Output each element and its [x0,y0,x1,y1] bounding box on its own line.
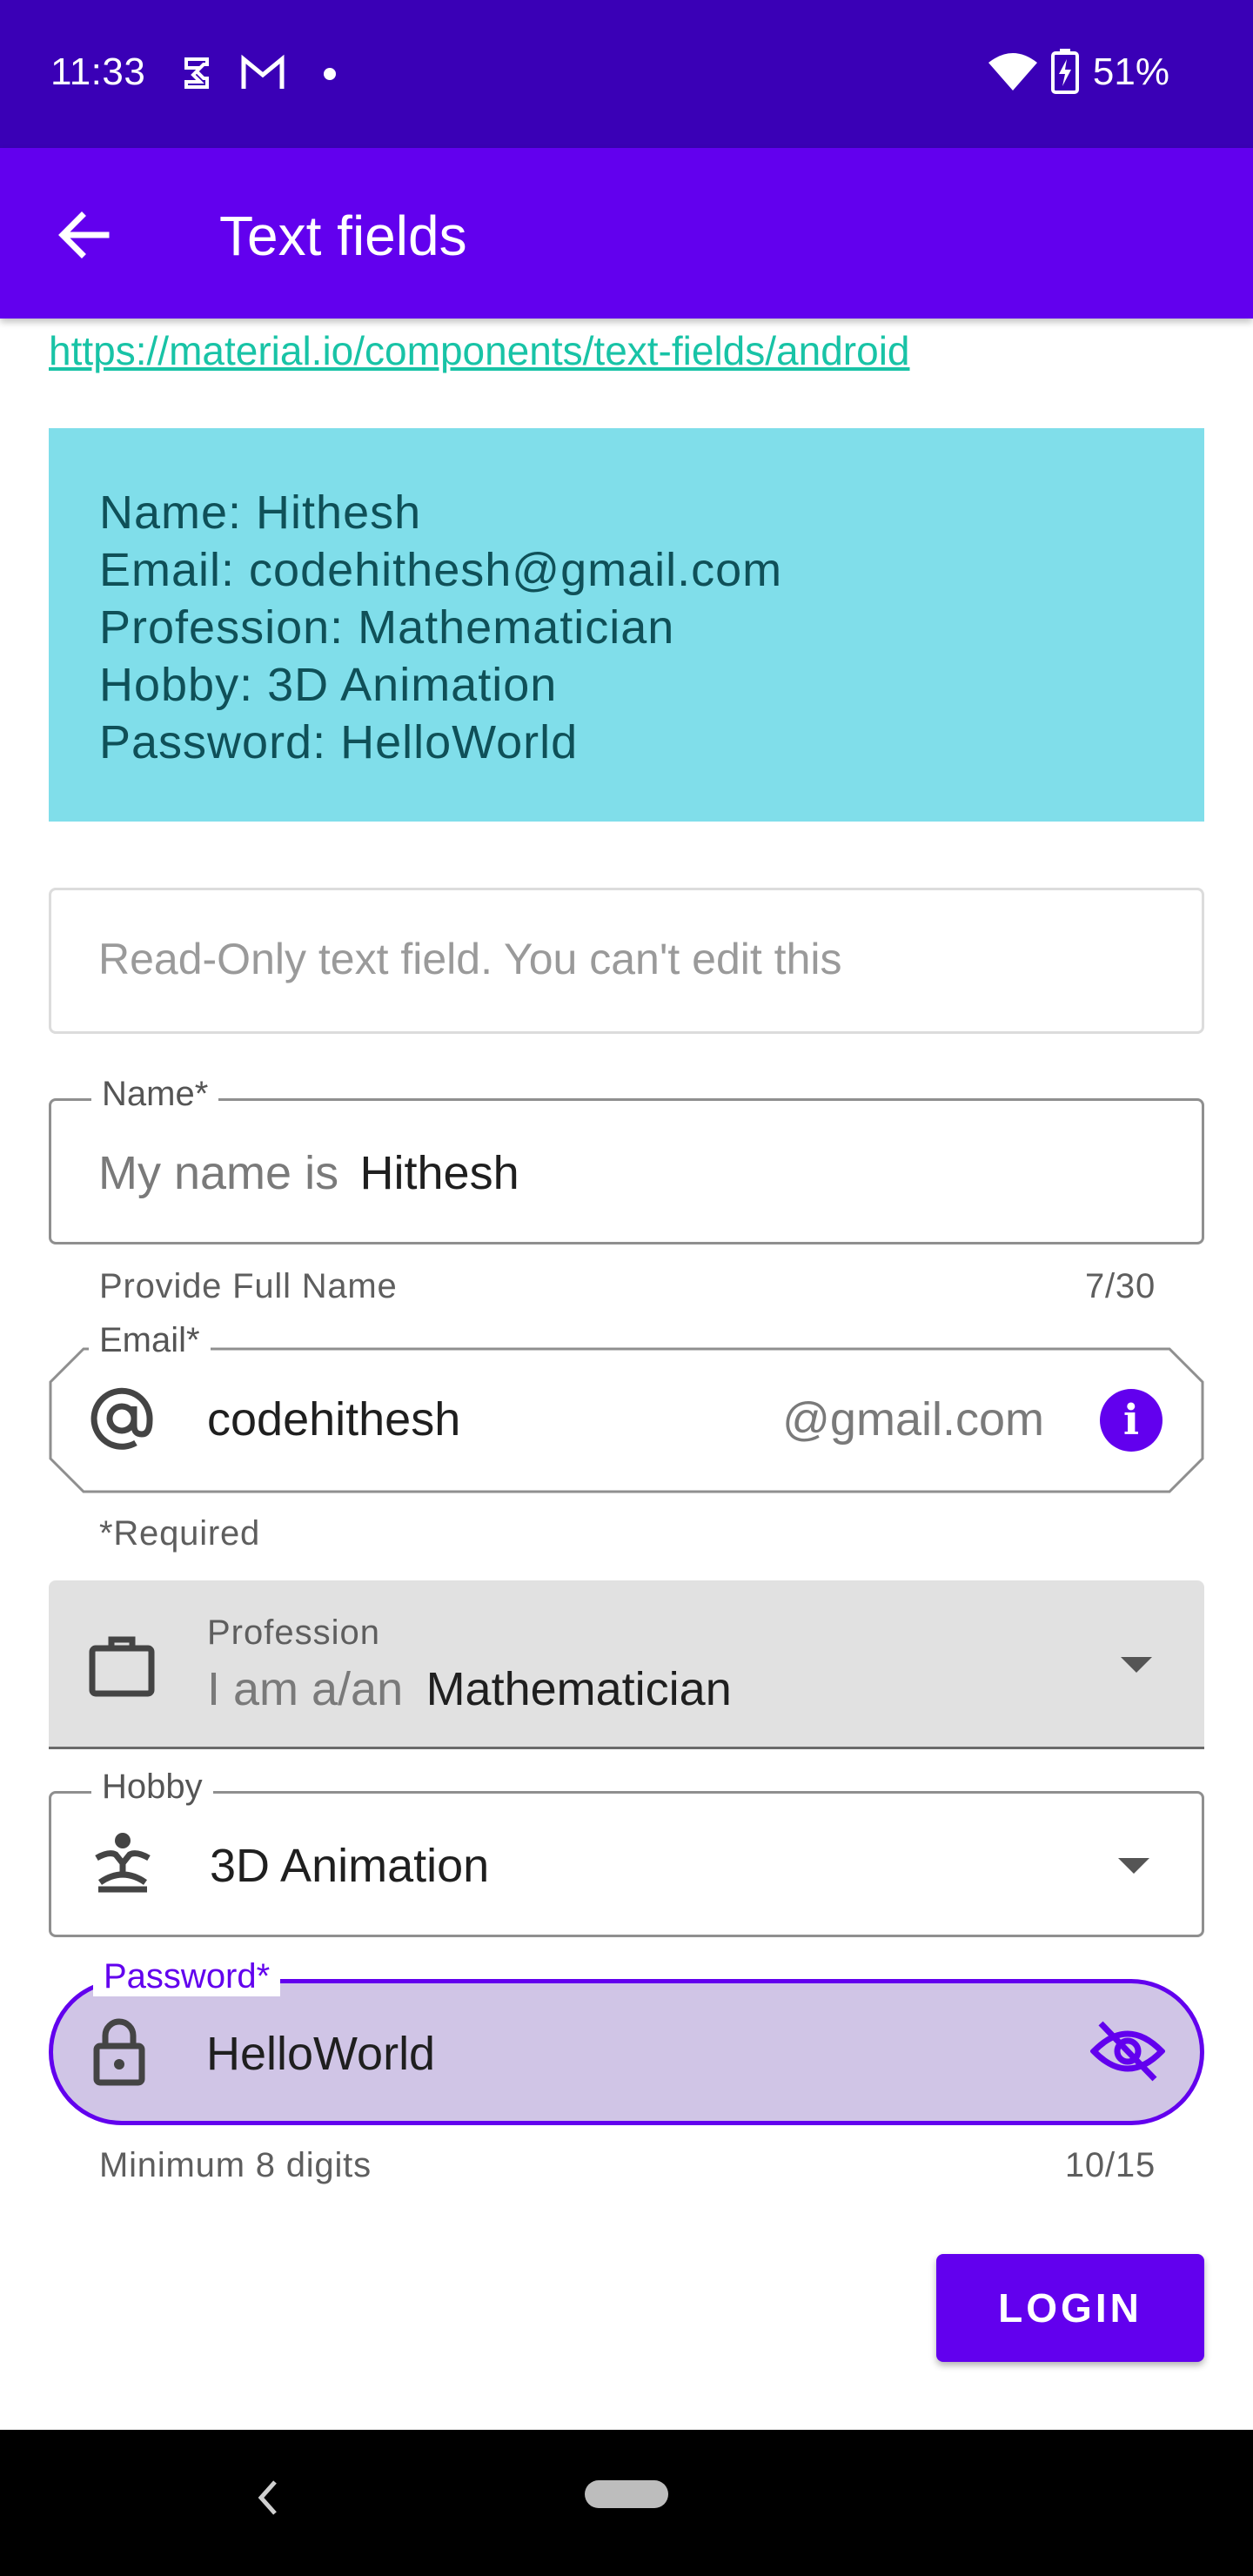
arrow-back-icon [58,211,110,258]
readonly-field: Read-Only text field. You can't edit thi… [49,888,1204,1034]
back-button[interactable] [49,200,118,270]
name-helper-text: Provide Full Name [99,1267,398,1305]
profession-dropdown[interactable]: Profession I am a/an Mathematician [49,1580,1204,1749]
battery-percent: 51% [1092,50,1169,93]
dropdown-arrow-icon[interactable] [1118,1858,1149,1874]
login-button[interactable]: LOGIN [936,2254,1204,2362]
briefcase-icon [89,1634,155,1701]
meditation-icon [90,1832,156,1897]
hobby-value[interactable]: 3D Animation [210,1839,489,1893]
email-label: Email* [89,1321,211,1360]
page-title: Text fields [219,205,467,267]
system-nav-bar [0,2430,1253,2576]
name-prefix: My name is [98,1147,339,1199]
lock-icon [91,2016,147,2090]
app-bar: Text fields [0,148,1253,319]
name-value[interactable]: Hithesh [360,1147,519,1199]
profession-value[interactable]: Mathematician [426,1663,732,1715]
summary-profession: Profession: Mathematician [99,601,675,654]
hobby-label: Hobby [91,1768,213,1807]
nav-home-pill[interactable] [585,2480,668,2508]
password-label: Password* [93,1957,281,1996]
battery-charging-icon [1051,49,1079,98]
hobby-dropdown[interactable]: Hobby 3D Animation [49,1768,1204,1937]
password-value[interactable]: HelloWorld [206,2027,435,2081]
password-counter: 10/15 [1064,2146,1156,2184]
visibility-off-icon[interactable] [1089,2016,1166,2090]
password-field[interactable]: Password* HelloWorld [49,1957,1204,2125]
email-field[interactable]: Email* codehithesh @gmail.com i [49,1321,1204,1493]
name-label: Name* [91,1075,219,1114]
info-icon[interactable]: i [1100,1389,1163,1452]
summary-card: Name: Hithesh Email: codehithesh@gmail.c… [49,428,1204,822]
email-value[interactable]: codehithesh [207,1392,460,1446]
notification-dot-icon [324,68,336,84]
status-time: 11:33 [50,50,146,93]
summary-hobby: Hobby: 3D Animation [99,659,558,711]
name-counter: 7/30 [1084,1267,1156,1305]
summary-name: Name: Hithesh [99,486,422,539]
status-bar: 11:33 51% [0,0,1253,148]
readonly-placeholder: Read-Only text field. You can't edit thi… [98,935,842,983]
shield-icon [179,54,214,97]
gmail-icon [240,54,285,97]
email-suffix: @gmail.com [782,1393,1044,1446]
name-field[interactable]: Name* My name is Hithesh [49,1075,1204,1244]
wifi-icon [988,52,1037,95]
nav-back-icon[interactable] [254,2477,282,2523]
at-sign-icon [87,1382,157,1459]
material-docs-link[interactable]: https://material.io/components/text-fiel… [49,327,910,374]
summary-email: Email: codehithesh@gmail.com [99,544,783,596]
dropdown-arrow-icon[interactable] [1121,1657,1152,1673]
profession-label: Profession [207,1613,380,1652]
password-helper-text: Minimum 8 digits [99,2146,372,2184]
email-helper-text: *Required [99,1514,261,1553]
profession-prefix: I am a/an [207,1663,404,1715]
summary-password: Password: HelloWorld [99,716,579,768]
